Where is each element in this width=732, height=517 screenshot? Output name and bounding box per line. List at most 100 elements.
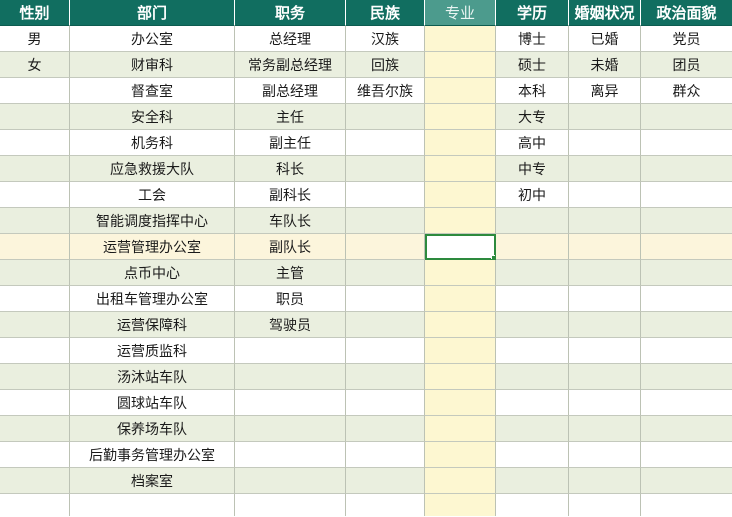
cell-political-status[interactable]	[641, 130, 732, 156]
cell-ethnicity[interactable]	[346, 494, 425, 516]
cell-marital-status[interactable]	[569, 208, 641, 234]
cell-education[interactable]: 初中	[496, 182, 569, 208]
cell-department[interactable]	[70, 494, 235, 516]
cell-ethnicity[interactable]	[346, 130, 425, 156]
cell-major[interactable]	[425, 494, 496, 516]
cell-ethnicity[interactable]: 汉族	[346, 26, 425, 52]
cell-ethnicity[interactable]	[346, 312, 425, 338]
column-header-gender[interactable]: 性别	[0, 0, 70, 26]
cell-marital-status[interactable]	[569, 312, 641, 338]
cell-political-status[interactable]	[641, 494, 732, 516]
cell-gender[interactable]	[0, 182, 70, 208]
cell-marital-status[interactable]	[569, 182, 641, 208]
cell-marital-status[interactable]	[569, 364, 641, 390]
cell-education[interactable]	[496, 468, 569, 494]
active-cell[interactable]	[425, 234, 496, 260]
cell-major[interactable]	[425, 182, 496, 208]
cell-position[interactable]	[235, 364, 346, 390]
cell-gender[interactable]	[0, 416, 70, 442]
cell-ethnicity[interactable]	[346, 156, 425, 182]
cell-political-status[interactable]: 党员	[641, 26, 732, 52]
cell-political-status[interactable]	[641, 182, 732, 208]
cell-department[interactable]: 办公室	[70, 26, 235, 52]
cell-gender[interactable]	[0, 78, 70, 104]
cell-department[interactable]: 后勤事务管理办公室	[70, 442, 235, 468]
column-header-ethnicity[interactable]: 民族	[346, 0, 425, 26]
cell-ethnicity[interactable]: 回族	[346, 52, 425, 78]
cell-political-status[interactable]	[641, 104, 732, 130]
cell-marital-status[interactable]	[569, 442, 641, 468]
cell-department[interactable]: 保养场车队	[70, 416, 235, 442]
cell-gender[interactable]	[0, 130, 70, 156]
cell-ethnicity[interactable]	[346, 260, 425, 286]
cell-department[interactable]: 财审科	[70, 52, 235, 78]
column-header-education[interactable]: 学历	[496, 0, 569, 26]
column-header-political-status[interactable]: 政治面貌	[641, 0, 732, 26]
cell-education[interactable]: 硕士	[496, 52, 569, 78]
cell-major[interactable]	[425, 338, 496, 364]
cell-position[interactable]: 副主任	[235, 130, 346, 156]
cell-department[interactable]: 出租车管理办公室	[70, 286, 235, 312]
cell-ethnicity[interactable]	[346, 442, 425, 468]
cell-gender[interactable]	[0, 312, 70, 338]
cell-position[interactable]: 主任	[235, 104, 346, 130]
cell-major[interactable]	[425, 156, 496, 182]
cell-education[interactable]	[496, 390, 569, 416]
cell-gender[interactable]	[0, 208, 70, 234]
cell-position[interactable]: 常务副总经理	[235, 52, 346, 78]
cell-department[interactable]: 督查室	[70, 78, 235, 104]
cell-gender[interactable]	[0, 390, 70, 416]
cell-political-status[interactable]: 群众	[641, 78, 732, 104]
cell-department[interactable]: 汤沐站车队	[70, 364, 235, 390]
cell-marital-status[interactable]	[569, 286, 641, 312]
cell-position[interactable]: 副队长	[235, 234, 346, 260]
cell-marital-status[interactable]	[569, 234, 641, 260]
cell-marital-status[interactable]: 已婚	[569, 26, 641, 52]
cell-position[interactable]: 职员	[235, 286, 346, 312]
cell-major[interactable]	[425, 78, 496, 104]
cell-department[interactable]: 工会	[70, 182, 235, 208]
cell-major[interactable]	[425, 442, 496, 468]
cell-political-status[interactable]	[641, 286, 732, 312]
cell-ethnicity[interactable]	[346, 338, 425, 364]
cell-education[interactable]	[496, 286, 569, 312]
cell-department[interactable]: 运营保障科	[70, 312, 235, 338]
cell-major[interactable]	[425, 208, 496, 234]
cell-political-status[interactable]: 团员	[641, 52, 732, 78]
cell-political-status[interactable]	[641, 390, 732, 416]
cell-political-status[interactable]	[641, 468, 732, 494]
cell-ethnicity[interactable]	[346, 104, 425, 130]
cell-marital-status[interactable]	[569, 494, 641, 516]
cell-political-status[interactable]	[641, 260, 732, 286]
cell-department[interactable]: 机务科	[70, 130, 235, 156]
cell-political-status[interactable]	[641, 234, 732, 260]
cell-position[interactable]	[235, 390, 346, 416]
cell-education[interactable]: 高中	[496, 130, 569, 156]
cell-education[interactable]	[496, 494, 569, 516]
cell-gender[interactable]: 女	[0, 52, 70, 78]
cell-department[interactable]: 点币中心	[70, 260, 235, 286]
column-header-position[interactable]: 职务	[235, 0, 346, 26]
cell-ethnicity[interactable]	[346, 286, 425, 312]
cell-gender[interactable]: 男	[0, 26, 70, 52]
cell-department[interactable]: 智能调度指挥中心	[70, 208, 235, 234]
cell-marital-status[interactable]: 离异	[569, 78, 641, 104]
cell-ethnicity[interactable]	[346, 390, 425, 416]
cell-education[interactable]: 本科	[496, 78, 569, 104]
cell-position[interactable]	[235, 494, 346, 516]
cell-position[interactable]: 科长	[235, 156, 346, 182]
cell-gender[interactable]	[0, 260, 70, 286]
cell-major[interactable]	[425, 26, 496, 52]
cell-department[interactable]: 运营质监科	[70, 338, 235, 364]
cell-department[interactable]: 应急救援大队	[70, 156, 235, 182]
cell-position[interactable]	[235, 442, 346, 468]
cell-ethnicity[interactable]	[346, 416, 425, 442]
cell-gender[interactable]	[0, 364, 70, 390]
cell-position[interactable]: 副科长	[235, 182, 346, 208]
cell-gender[interactable]	[0, 338, 70, 364]
cell-position[interactable]: 驾驶员	[235, 312, 346, 338]
cell-education[interactable]	[496, 208, 569, 234]
cell-political-status[interactable]	[641, 156, 732, 182]
cell-education[interactable]: 中专	[496, 156, 569, 182]
cell-marital-status[interactable]: 未婚	[569, 52, 641, 78]
